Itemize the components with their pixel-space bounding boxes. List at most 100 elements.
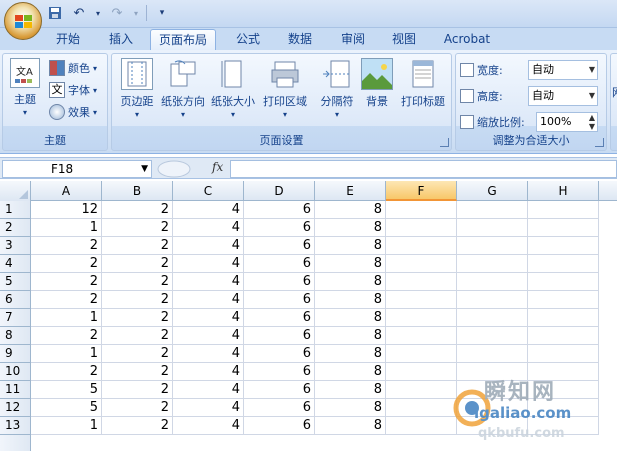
tab-acrobat[interactable]: Acrobat	[436, 29, 498, 50]
cell-a8[interactable]: 2	[31, 327, 102, 345]
column-header-c[interactable]: C	[173, 181, 244, 201]
cell-g9[interactable]	[457, 345, 528, 363]
scale-spinner[interactable]: 100% ▲ ▼	[536, 112, 598, 132]
cell-d12[interactable]: 6	[244, 399, 315, 417]
cell-f4[interactable]	[386, 255, 457, 273]
cell-b11[interactable]: 2	[102, 381, 173, 399]
cell-e4[interactable]: 8	[315, 255, 386, 273]
tab-formulas[interactable]: 公式	[226, 29, 270, 50]
row-header[interactable]: 9	[0, 345, 31, 363]
cell-a13[interactable]: 1	[31, 417, 102, 435]
tab-page-layout[interactable]: 页面布局	[150, 29, 216, 50]
cell-a10[interactable]: 2	[31, 363, 102, 381]
cell-b4[interactable]: 2	[102, 255, 173, 273]
cell-g3[interactable]	[457, 237, 528, 255]
cell-c8[interactable]: 4	[173, 327, 244, 345]
cell-f8[interactable]	[386, 327, 457, 345]
row-header[interactable]: 7	[0, 309, 31, 327]
cell-d1[interactable]: 6	[244, 201, 315, 219]
cell-f6[interactable]	[386, 291, 457, 309]
cell-e12[interactable]: 8	[315, 399, 386, 417]
cell-c3[interactable]: 4	[173, 237, 244, 255]
cell-a7[interactable]: 1	[31, 309, 102, 327]
row-header[interactable]	[0, 435, 31, 451]
cell-c13[interactable]: 4	[173, 417, 244, 435]
row-header[interactable]: 2	[0, 219, 31, 237]
cell-b7[interactable]: 2	[102, 309, 173, 327]
cell-e9[interactable]: 8	[315, 345, 386, 363]
cell-f1[interactable]	[386, 201, 457, 219]
tab-insert[interactable]: 插入	[99, 29, 143, 50]
formula-input[interactable]	[230, 160, 617, 178]
cell-b9[interactable]: 2	[102, 345, 173, 363]
effects-button[interactable]: 效果 ▾	[49, 102, 97, 122]
cell-b3[interactable]: 2	[102, 237, 173, 255]
column-header-e[interactable]: E	[315, 181, 386, 201]
themes-button[interactable]: 文A 主题 ▾	[5, 58, 45, 130]
scale-spin-icon[interactable]: ▲ ▼	[589, 113, 595, 131]
cell-h2[interactable]	[528, 219, 599, 237]
cell-a6[interactable]: 2	[31, 291, 102, 309]
cell-e7[interactable]: 8	[315, 309, 386, 327]
cell-d4[interactable]: 6	[244, 255, 315, 273]
fx-icon[interactable]: fx	[212, 160, 223, 174]
cell-c2[interactable]: 4	[173, 219, 244, 237]
row-header[interactable]: 12	[0, 399, 31, 417]
cell-f13[interactable]	[386, 417, 457, 435]
cell-a5[interactable]: 2	[31, 273, 102, 291]
cell-d2[interactable]: 6	[244, 219, 315, 237]
undo-dropdown-icon[interactable]: ▾	[94, 4, 102, 22]
cell-a4[interactable]: 2	[31, 255, 102, 273]
redo-dropdown-icon[interactable]: ▾	[132, 4, 140, 22]
save-icon[interactable]	[46, 4, 64, 22]
cell-b13[interactable]: 2	[102, 417, 173, 435]
row-header[interactable]: 8	[0, 327, 31, 345]
name-box-dropdown-icon[interactable]: ▼	[141, 161, 148, 177]
cell-d11[interactable]: 6	[244, 381, 315, 399]
cell-e8[interactable]: 8	[315, 327, 386, 345]
cell-e2[interactable]: 8	[315, 219, 386, 237]
cell-c1[interactable]: 4	[173, 201, 244, 219]
customize-qat-icon[interactable]: ▾	[153, 4, 171, 22]
cell-d3[interactable]: 6	[244, 237, 315, 255]
cell-f3[interactable]	[386, 237, 457, 255]
background-button[interactable]: 背景	[354, 58, 400, 130]
height-dropdown[interactable]: 自动 ▼	[528, 86, 598, 106]
cell-g5[interactable]	[457, 273, 528, 291]
select-all-corner[interactable]	[0, 181, 31, 201]
row-header[interactable]: 5	[0, 273, 31, 291]
cell-c6[interactable]: 4	[173, 291, 244, 309]
cell-h3[interactable]	[528, 237, 599, 255]
cell-g7[interactable]	[457, 309, 528, 327]
scale-group-launcher-icon[interactable]	[595, 138, 604, 147]
cell-c12[interactable]: 4	[173, 399, 244, 417]
tab-home[interactable]: 开始	[46, 29, 90, 50]
column-header-g[interactable]: G	[457, 181, 528, 201]
cell-d10[interactable]: 6	[244, 363, 315, 381]
row-header[interactable]: 6	[0, 291, 31, 309]
cell-a11[interactable]: 5	[31, 381, 102, 399]
orientation-button[interactable]: 纸张方向 ▾	[160, 58, 206, 130]
cell-f5[interactable]	[386, 273, 457, 291]
cell-h1[interactable]	[528, 201, 599, 219]
colors-button[interactable]: 颜色 ▾	[49, 58, 97, 78]
cell-e13[interactable]: 8	[315, 417, 386, 435]
cell-c5[interactable]: 4	[173, 273, 244, 291]
cell-b5[interactable]: 2	[102, 273, 173, 291]
cell-b6[interactable]: 2	[102, 291, 173, 309]
cell-f2[interactable]	[386, 219, 457, 237]
row-header[interactable]: 10	[0, 363, 31, 381]
cell-f10[interactable]	[386, 363, 457, 381]
cell-a3[interactable]: 2	[31, 237, 102, 255]
cell-e5[interactable]: 8	[315, 273, 386, 291]
cell-h9[interactable]	[528, 345, 599, 363]
cell-h5[interactable]	[528, 273, 599, 291]
cell-g6[interactable]	[457, 291, 528, 309]
row-header[interactable]: 1	[0, 201, 31, 219]
cell-d7[interactable]: 6	[244, 309, 315, 327]
tab-review[interactable]: 审阅	[331, 29, 375, 50]
redo-icon[interactable]: ↷	[108, 4, 126, 22]
cell-e6[interactable]: 8	[315, 291, 386, 309]
cell-c9[interactable]: 4	[173, 345, 244, 363]
column-header-f[interactable]: F	[386, 181, 457, 201]
